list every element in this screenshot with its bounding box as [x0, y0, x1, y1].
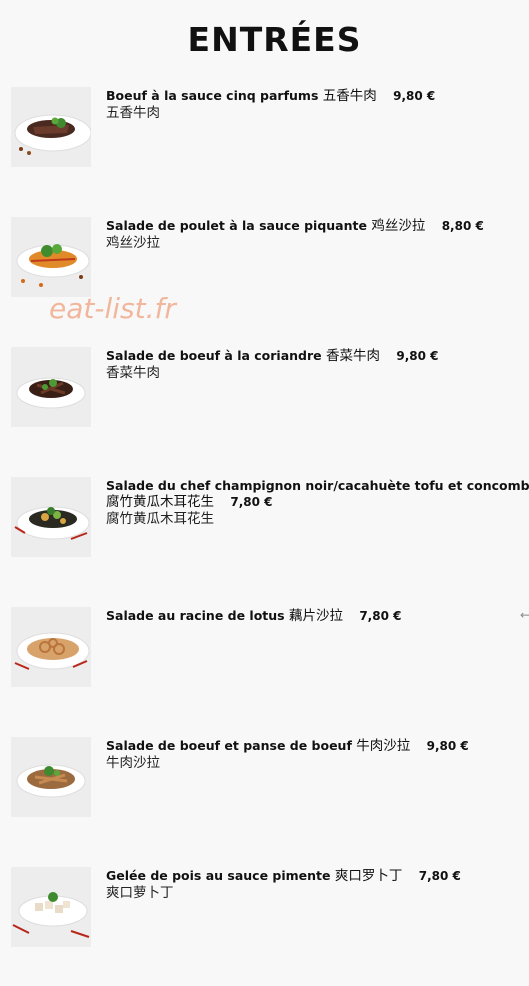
menu-item[interactable]: Boeuf à la sauce cinq parfums 五香牛肉 9,80 …: [11, 87, 529, 167]
dish-name: Salade de boeuf à la coriandre: [106, 348, 322, 363]
dish-photo[interactable]: [11, 867, 91, 947]
dish-name-chinese: 藕片沙拉: [288, 608, 343, 624]
page-title: ENTRÉES: [187, 20, 362, 59]
dish-subtitle: 爽口萝卜丁: [106, 885, 174, 901]
menu-item[interactable]: Salade au racine de lotus 藕片沙拉 7,80 €: [11, 607, 529, 687]
dish-price: 7,80 €: [359, 609, 402, 623]
dish-price: 9,80 €: [396, 349, 439, 363]
dish-name: Boeuf à la sauce cinq parfums: [106, 88, 319, 103]
menu-item[interactable]: Salade de poulet à la sauce piquante 鸡丝沙…: [11, 217, 529, 297]
dish-photo[interactable]: [11, 477, 91, 557]
dish-name: Salade du chef champignon noir/cacahuète…: [106, 478, 529, 493]
dish-name: Salade de poulet à la sauce piquante: [106, 218, 367, 233]
dish-name-chinese: 牛肉沙拉: [356, 738, 411, 754]
scroll-arrow-icon[interactable]: ⟵: [520, 608, 529, 622]
dish-name: Gelée de pois au sauce pimente: [106, 868, 331, 883]
dish-price: 8,80 €: [441, 219, 484, 233]
dish-subtitle: 牛肉沙拉: [106, 755, 160, 771]
dish-price: 9,80 €: [393, 89, 436, 103]
dish-photo[interactable]: [11, 607, 91, 687]
dish-name-chinese: 腐竹黄瓜木耳花生: [106, 494, 214, 510]
dish-name-chinese: 五香牛肉: [322, 88, 377, 104]
dish-name-chinese: 爽口罗卜丁: [334, 868, 403, 884]
menu-item[interactable]: Salade du chef champignon noir/cacahuète…: [11, 477, 529, 557]
dish-subtitle: 鸡丝沙拉: [106, 235, 160, 251]
dish-subtitle: 腐竹黄瓜木耳花生: [106, 511, 214, 527]
dish-price: 7,80 €: [418, 869, 461, 883]
dish-price: 7,80 €: [230, 495, 273, 509]
dish-subtitle: 五香牛肉: [106, 105, 160, 121]
dish-photo[interactable]: [11, 217, 91, 297]
dish-photo[interactable]: [11, 87, 91, 167]
menu-item[interactable]: Salade de boeuf et panse de boeuf 牛肉沙拉 9…: [11, 737, 529, 817]
watermark: eat-list.fr: [49, 292, 176, 325]
dish-name-chinese: 鸡丝沙拉: [371, 218, 426, 234]
dish-photo[interactable]: [11, 347, 91, 427]
dish-name-chinese: 香菜牛肉: [326, 348, 381, 364]
dish-subtitle: 香菜牛肉: [106, 365, 160, 381]
dish-name: Salade au racine de lotus: [106, 608, 285, 623]
menu-item[interactable]: Salade de boeuf à la coriandre 香菜牛肉 9,80…: [11, 347, 529, 427]
menu-item[interactable]: Gelée de pois au sauce pimente 爽口罗卜丁 7,8…: [11, 867, 529, 947]
dish-price: 9,80 €: [426, 739, 469, 753]
dish-name: Salade de boeuf et panse de boeuf: [106, 738, 352, 753]
dish-photo[interactable]: [11, 737, 91, 817]
